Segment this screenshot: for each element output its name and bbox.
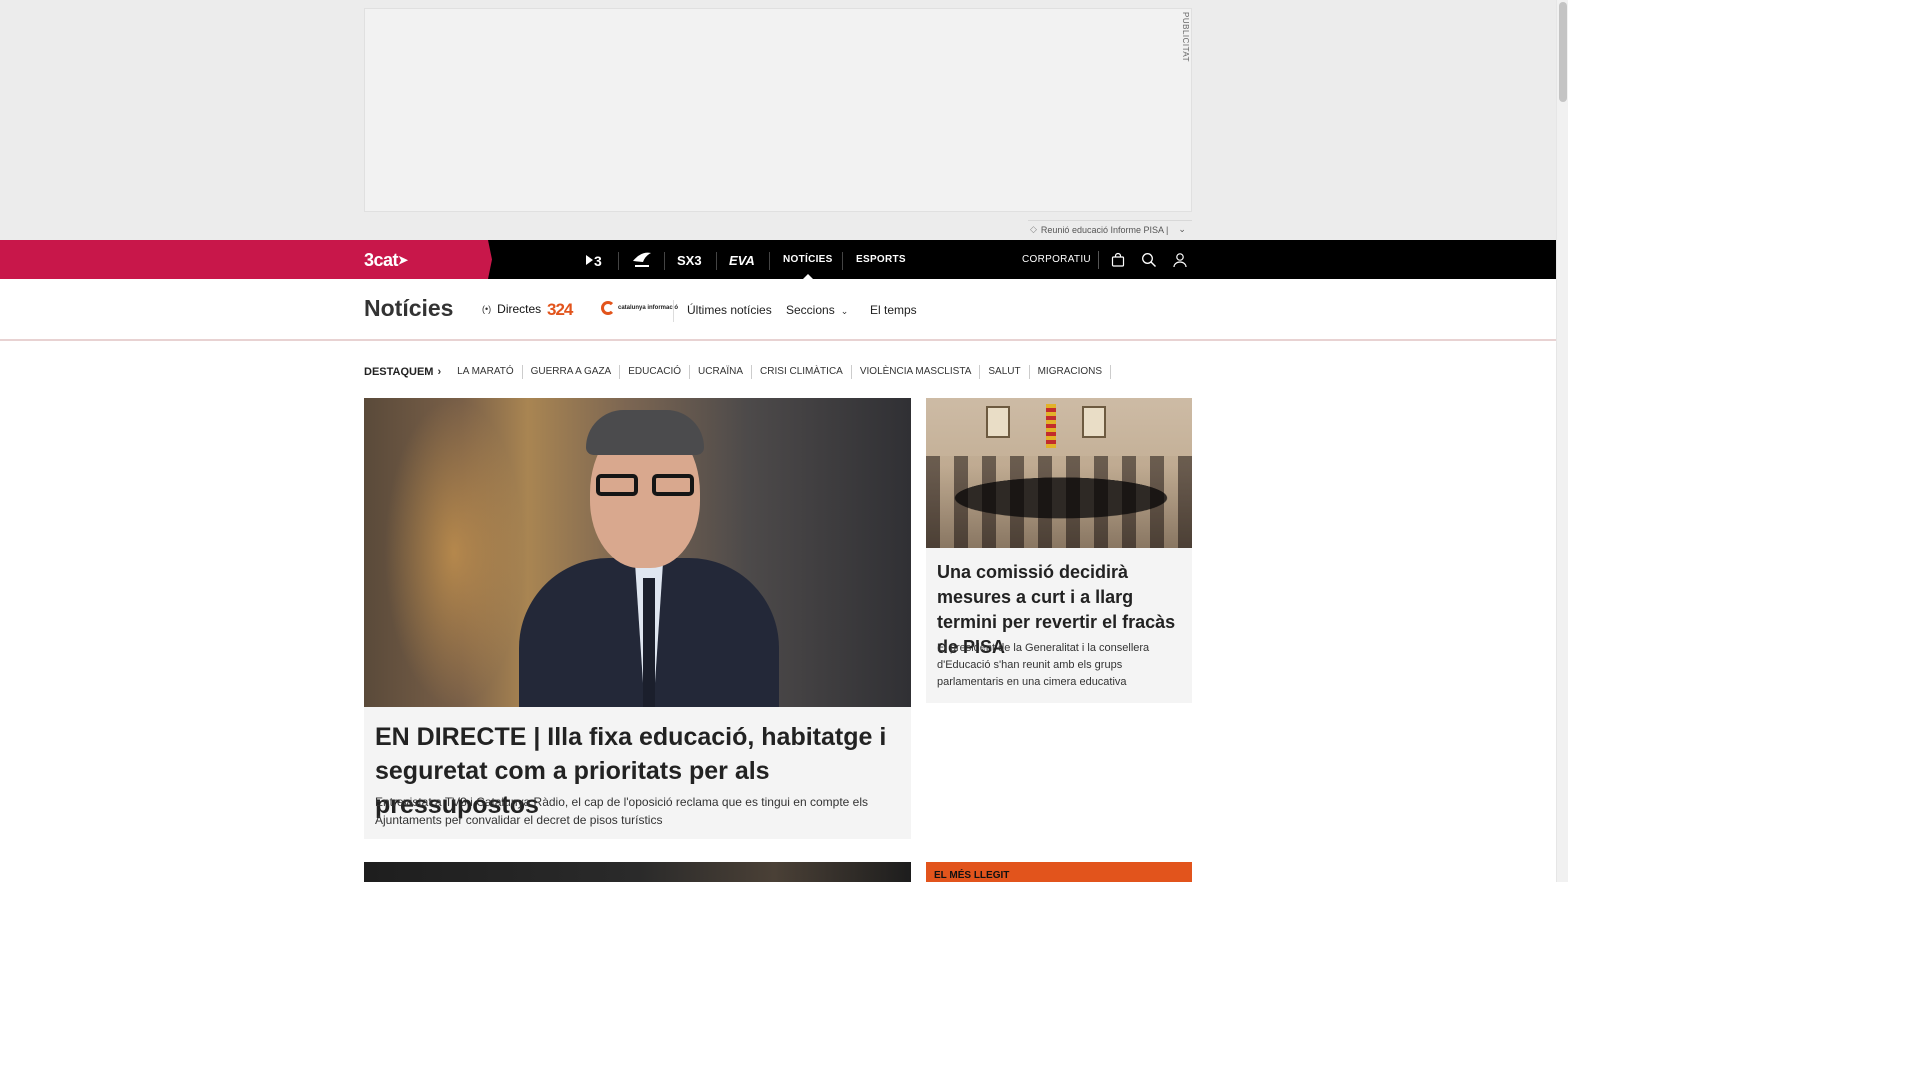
logo-324[interactable]: 324 xyxy=(547,300,572,320)
svg-text:SX3: SX3 xyxy=(677,253,702,268)
channel-divider xyxy=(618,252,619,270)
destaquem-label: DESTAQUEM xyxy=(364,366,433,378)
ci-mark-icon xyxy=(601,301,615,315)
user-icon[interactable] xyxy=(1170,250,1190,270)
brand-block xyxy=(0,240,492,279)
eva-logo-icon[interactable]: EVA xyxy=(729,240,759,279)
main-story-summary: Entrevistat a TV3 i Catalunya Ràdio, el … xyxy=(375,793,905,829)
header-divider xyxy=(673,300,674,322)
ci-logo-text: catalunya informació xyxy=(618,305,678,311)
top-navigation: 3cat➤ 3 SX3 EVA NOTÍCIES ESPORTS CORPORA… xyxy=(0,240,1556,279)
directes-link[interactable]: (•) Directes xyxy=(482,302,541,316)
wall-painting xyxy=(1082,406,1106,438)
wall-painting xyxy=(986,406,1010,438)
tv3-logo-svg: 3 xyxy=(585,252,605,268)
seccions-dropdown[interactable]: Seccions ⌄ xyxy=(786,303,848,317)
glasses-lens-left xyxy=(596,474,638,496)
next-story-image[interactable] xyxy=(364,862,911,882)
nav-link-noticies[interactable]: NOTÍCIES xyxy=(783,240,833,279)
chevron-right-icon: › xyxy=(437,366,441,378)
nav-divider xyxy=(1098,251,1099,269)
person-hair xyxy=(586,410,704,455)
section-title[interactable]: Notícies xyxy=(364,295,453,322)
eva-logo-svg: EVA xyxy=(729,252,759,268)
search-svg xyxy=(1141,252,1157,268)
catradio-logo-icon[interactable] xyxy=(630,240,654,279)
channel-divider xyxy=(769,252,770,270)
channel-divider xyxy=(716,252,717,270)
live-broadcast-icon: (•) xyxy=(482,304,491,314)
seccions-label: Seccions xyxy=(786,303,835,317)
search-icon[interactable] xyxy=(1139,250,1159,270)
side-story-summary: El president de la Generalitat i la cons… xyxy=(937,640,1187,691)
destaquem-bar: DESTAQUEM › LA MARATÓ GUERRA A GAZA EDUC… xyxy=(364,364,1111,380)
user-svg xyxy=(1172,252,1188,268)
chevron-down-icon[interactable]: ⌄ xyxy=(1178,224,1186,235)
logo-324-text: 324 xyxy=(547,300,572,319)
sx3-logo-svg: SX3 xyxy=(677,252,705,268)
svg-text:EVA: EVA xyxy=(729,253,755,268)
destaquem-item[interactable]: UCRAÏNA xyxy=(690,365,752,379)
catradio-logo-svg xyxy=(631,251,653,269)
nav-divider xyxy=(842,252,843,270)
page: PUBLICITAT ◇ Reunió educació Informe PIS… xyxy=(0,0,1568,882)
corporatiu-link[interactable]: CORPORATIU xyxy=(1022,240,1091,279)
nav-link-esports[interactable]: ESPORTS xyxy=(856,240,906,279)
side-story-image[interactable] xyxy=(926,398,1192,548)
mes-llegit-header: EL MÉS LLEGIT xyxy=(926,862,1192,882)
ad-label: PUBLICITAT xyxy=(1176,12,1190,62)
destaquem-item[interactable]: LA MARATÓ xyxy=(449,365,523,379)
directes-label: Directes xyxy=(497,302,541,316)
person-glasses xyxy=(596,474,696,496)
tv3-logo-icon[interactable]: 3 xyxy=(584,240,606,279)
main-story-image[interactable] xyxy=(364,398,911,707)
glasses-lens-right xyxy=(652,474,694,496)
tag-icon: ◇ xyxy=(1030,224,1037,235)
shopping-bag-icon[interactable] xyxy=(1108,250,1128,270)
svg-text:3: 3 xyxy=(594,253,602,268)
ad-info-text: Reunió educació Informe PISA | xyxy=(1041,225,1168,235)
ad-info-bar[interactable]: ◇ Reunió educació Informe PISA | ⌄ xyxy=(1028,220,1192,238)
ultimes-noticies-link[interactable]: Últimes notícies xyxy=(687,303,772,317)
page-scrollbar[interactable] xyxy=(1556,0,1568,882)
catalan-flag xyxy=(1046,404,1056,448)
ad-zone: PUBLICITAT ◇ Reunió educació Informe PIS… xyxy=(0,0,1556,240)
shopping-bag-svg xyxy=(1110,252,1126,268)
destaquem-item[interactable]: GUERRA A GAZA xyxy=(523,365,621,379)
side-story-card[interactable]: Una comissió decidirà mesures a curt i a… xyxy=(926,398,1192,703)
main-story-card[interactable]: EN DIRECTE | Illa fixa educació, habitat… xyxy=(364,398,911,839)
channel-divider xyxy=(664,252,665,270)
image-background-light xyxy=(384,398,524,707)
section-header: Notícies (•) Directes 324 catalunya info… xyxy=(0,279,1556,341)
chevron-down-icon: ⌄ xyxy=(841,306,849,316)
destaquem-item[interactable]: CRISI CLIMÀTICA xyxy=(752,365,852,379)
catalunya-informacio-logo[interactable]: catalunya informació xyxy=(601,301,678,315)
mes-llegit-label: EL MÉS LLEGIT xyxy=(934,870,1009,881)
meeting-participants xyxy=(926,456,1192,548)
sx3-logo-icon[interactable]: SX3 xyxy=(677,240,705,279)
destaquem-item[interactable]: EDUCACIÓ xyxy=(620,365,690,379)
destaquem-item[interactable]: MIGRACIONS xyxy=(1030,365,1111,379)
destaquem-item[interactable]: VIOLÈNCIA MASCLISTA xyxy=(852,365,981,379)
destaquem-item[interactable]: SALUT xyxy=(980,365,1029,379)
el-temps-link[interactable]: El temps xyxy=(870,303,917,317)
ad-banner[interactable] xyxy=(364,8,1192,212)
brand-logo[interactable]: 3cat➤ xyxy=(364,250,408,271)
brand-arrow-icon: ➤ xyxy=(398,253,408,267)
brand-name: 3cat xyxy=(364,250,398,270)
person-tie xyxy=(643,578,655,707)
scrollbar-thumb[interactable] xyxy=(1559,2,1567,102)
